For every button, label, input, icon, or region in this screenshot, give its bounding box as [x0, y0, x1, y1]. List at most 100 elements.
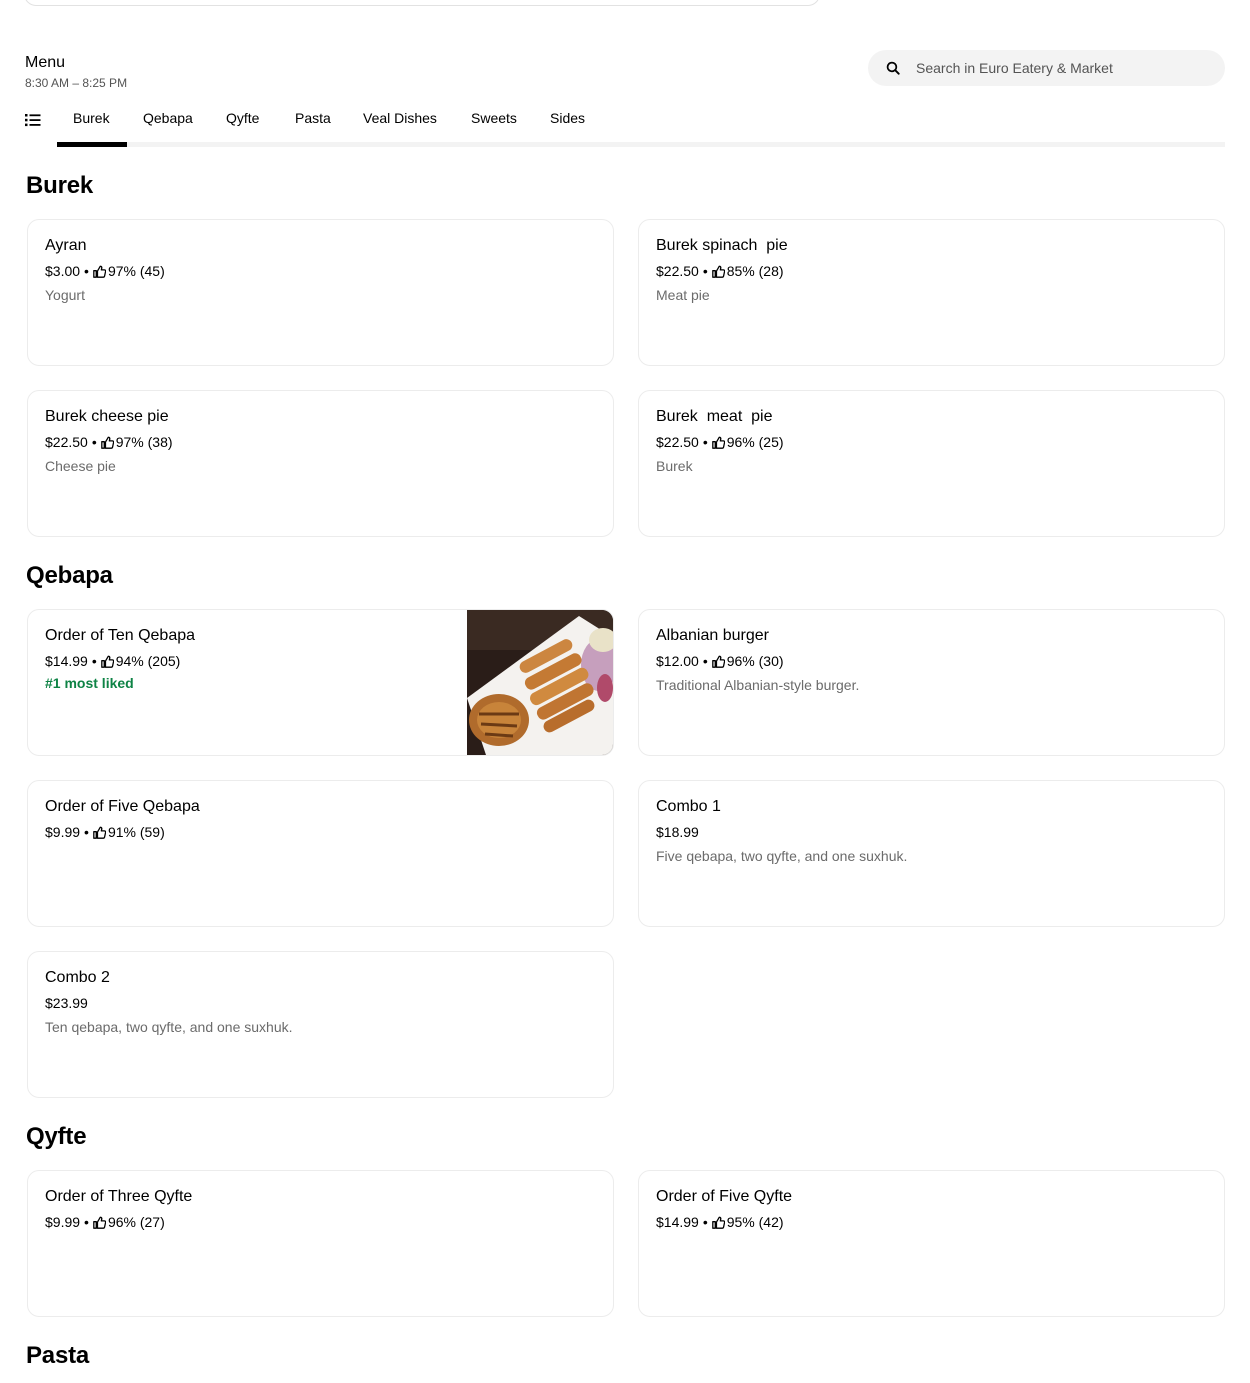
- item-price: $22.50: [656, 263, 699, 279]
- menu-item-card[interactable]: Combo 1 $18.99 Five qebapa, two qyfte, a…: [638, 780, 1225, 927]
- item-meta: $12.00 • 96% (30): [656, 653, 784, 669]
- item-name: Ayran: [45, 237, 87, 254]
- item-meta: $3.00 • 97% (45): [45, 263, 165, 279]
- menu-item-card[interactable]: Burek meat pie $22.50 • 96% (25) Burek: [638, 390, 1225, 537]
- item-name: Order of Five Qyfte: [656, 1188, 793, 1205]
- menu-item-card[interactable]: Albanian burger $12.00 • 96% (30) Tradit…: [638, 609, 1225, 756]
- menu-item-card[interactable]: Order of Three Qyfte $9.99 • 96% (27): [27, 1170, 614, 1317]
- category-tabs: Burek Qebapa Qyfte Pasta Veal Dishes Swe…: [0, 104, 1250, 148]
- item-price: $14.99: [45, 653, 88, 669]
- most-liked-badge: #1 most liked: [45, 675, 134, 691]
- list-icon[interactable]: [25, 112, 41, 128]
- search-icon: [886, 61, 900, 75]
- item-meta: $22.50 • 97% (38): [45, 434, 173, 450]
- thumbs-up-icon: [711, 1216, 725, 1229]
- item-description: Burek: [656, 458, 693, 474]
- thumbs-up-icon: [711, 436, 725, 449]
- item-price: $23.99: [45, 995, 88, 1011]
- search-input[interactable]: [916, 60, 1196, 76]
- separator-dot: •: [91, 653, 97, 669]
- item-name: Order of Five Qebapa: [45, 798, 200, 815]
- item-name: Order of Ten Qebapa: [45, 627, 196, 644]
- item-meta: $14.99 • 95% (42): [656, 1214, 784, 1230]
- menu-title: Menu: [25, 54, 66, 71]
- item-price: $9.99: [45, 1214, 81, 1230]
- item-price: $9.99: [45, 824, 81, 840]
- item-rating: 94% (205): [115, 653, 181, 669]
- menu-item-card[interactable]: Ayran $3.00 • 97% (45) Yogurt: [27, 219, 614, 366]
- menu-item-card[interactable]: Order of Ten Qebapa $14.99 • 94% (205) #…: [27, 609, 614, 756]
- item-meta: $22.50 • 85% (28): [656, 263, 784, 279]
- item-description: Ten qebapa, two qyfte, and one suxhuk.: [45, 1019, 293, 1035]
- item-name: Order of Three Qyfte: [45, 1188, 193, 1205]
- thumbs-up-icon: [93, 1216, 106, 1229]
- item-meta: $18.99: [656, 824, 699, 840]
- item-meta: $14.99 • 94% (205): [45, 653, 180, 669]
- item-rating: 97% (38): [115, 434, 173, 450]
- separator-dot: •: [84, 263, 89, 279]
- menu-item-card[interactable]: Order of Five Qyfte $14.99 • 95% (42): [638, 1170, 1225, 1317]
- tab-veal-dishes[interactable]: Veal Dishes: [363, 110, 437, 126]
- separator-dot: •: [702, 653, 708, 669]
- separator-dot: •: [91, 434, 97, 450]
- menu-item-card[interactable]: Combo 2 $23.99 Ten qebapa, two qyfte, an…: [27, 951, 614, 1098]
- item-price: $22.50: [656, 434, 699, 450]
- menu-hours: 8:30 AM – 8:25 PM: [25, 76, 128, 90]
- top-card-edge: [24, 0, 820, 6]
- menu-item-card[interactable]: Burek spinach pie $22.50 • 85% (28) Meat…: [638, 219, 1225, 366]
- item-meta: $23.99: [45, 995, 88, 1011]
- separator-dot: •: [702, 263, 708, 279]
- tab-qyfte[interactable]: Qyfte: [226, 110, 259, 126]
- item-rating: 95% (42): [726, 1214, 784, 1230]
- section-title-qyfte: Qyfte: [26, 1123, 87, 1150]
- menu-header: Menu 8:30 AM – 8:25 PM: [25, 54, 127, 90]
- menu-item-card[interactable]: Burek cheese pie $22.50 • 97% (38) Chees…: [27, 390, 614, 537]
- item-price: $18.99: [656, 824, 699, 840]
- tabs-track: [57, 142, 1225, 147]
- thumbs-up-icon: [93, 265, 106, 278]
- item-rating: 96% (27): [107, 1214, 165, 1230]
- item-rating: 91% (59): [107, 824, 165, 840]
- item-description: Meat pie: [656, 287, 710, 303]
- thumbs-up-icon: [711, 655, 725, 668]
- tab-qebapa[interactable]: Qebapa: [143, 110, 193, 126]
- item-price: $3.00: [45, 263, 81, 279]
- qebapa-food-photo: [467, 610, 613, 755]
- thumbs-up-icon: [100, 436, 114, 449]
- thumbs-up-icon: [93, 826, 106, 839]
- item-name: Combo 2: [45, 969, 110, 986]
- separator-dot: •: [84, 1214, 89, 1230]
- menu-item-card[interactable]: Order of Five Qebapa $9.99 • 91% (59): [27, 780, 614, 927]
- item-description: Yogurt: [45, 287, 85, 303]
- item-rating: 96% (25): [726, 434, 784, 450]
- separator-dot: •: [702, 1214, 708, 1230]
- item-name: Burek meat pie: [656, 408, 773, 425]
- thumbs-up-icon: [711, 265, 725, 278]
- item-meta: $9.99 • 91% (59): [45, 824, 165, 840]
- separator-dot: •: [702, 434, 708, 450]
- tab-sweets[interactable]: Sweets: [471, 110, 517, 126]
- item-name: Combo 1: [656, 798, 721, 815]
- item-description: Five qebapa, two qyfte, and one suxhuk.: [656, 848, 908, 864]
- section-title-burek: Burek: [26, 172, 94, 199]
- separator-dot: •: [84, 824, 89, 840]
- item-price: $22.50: [45, 434, 88, 450]
- section-title-pasta: Pasta: [26, 1342, 90, 1369]
- item-meta: $9.99 • 96% (27): [45, 1214, 165, 1230]
- item-description: Cheese pie: [45, 458, 116, 474]
- tab-sides[interactable]: Sides: [550, 110, 585, 126]
- active-tab-indicator: [57, 142, 127, 147]
- section-title-qebapa: Qebapa: [26, 562, 113, 589]
- tab-pasta[interactable]: Pasta: [295, 110, 331, 126]
- item-rating: 97% (45): [107, 263, 165, 279]
- thumbs-up-icon: [100, 655, 114, 668]
- item-rating: 85% (28): [726, 263, 784, 279]
- tab-burek[interactable]: Burek: [73, 110, 110, 126]
- item-name: Burek spinach pie: [656, 237, 788, 254]
- item-price: $14.99: [656, 1214, 699, 1230]
- item-meta: $22.50 • 96% (25): [656, 434, 784, 450]
- store-search-box[interactable]: [868, 50, 1225, 86]
- item-name: Burek cheese pie: [45, 408, 169, 425]
- item-rating: 96% (30): [726, 653, 784, 669]
- item-name: Albanian burger: [656, 627, 769, 644]
